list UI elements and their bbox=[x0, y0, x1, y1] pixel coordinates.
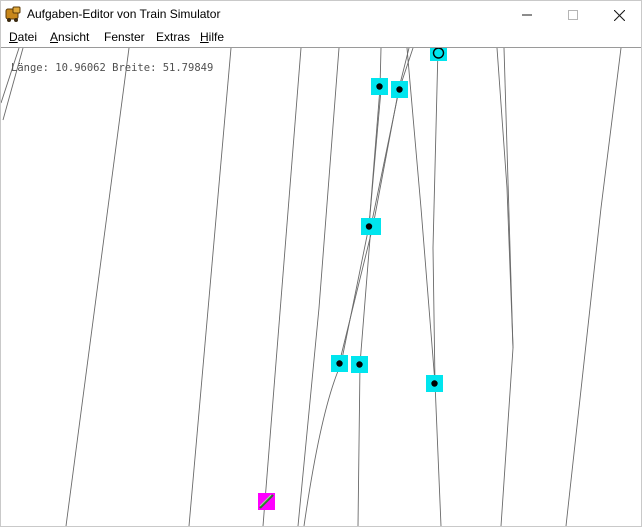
close-icon bbox=[613, 9, 625, 21]
track-line bbox=[432, 48, 442, 526]
track-line bbox=[65, 48, 130, 526]
track-line bbox=[188, 48, 232, 526]
track-line bbox=[503, 48, 514, 349]
track-network bbox=[1, 48, 622, 526]
waypoint-marker[interactable] bbox=[331, 355, 348, 372]
menu-hilfe-accel: H bbox=[200, 30, 209, 44]
app-icon bbox=[5, 6, 23, 23]
track-line bbox=[303, 48, 382, 526]
close-button[interactable] bbox=[596, 1, 641, 29]
track-line bbox=[297, 48, 340, 526]
menu-hilfe[interactable]: Hilfe bbox=[200, 29, 224, 46]
coordinate-readout: Länge: 10.96062 Breite: 51.79849 bbox=[11, 62, 214, 74]
minimize-icon bbox=[522, 14, 532, 16]
title-bar[interactable]: Aufgaben-Editor von Train Simulator bbox=[1, 1, 641, 29]
waypoint-marker[interactable] bbox=[371, 78, 388, 95]
track-line bbox=[2, 48, 24, 121]
track-line bbox=[357, 48, 414, 526]
track-line bbox=[262, 48, 302, 526]
menu-datei-rest: atei bbox=[17, 30, 38, 44]
maximize-icon bbox=[568, 10, 578, 20]
start-point-marker[interactable] bbox=[258, 493, 275, 510]
route-map[interactable]: Länge: 10.96062 Breite: 51.79849 bbox=[1, 48, 641, 526]
menu-datei[interactable]: Datei bbox=[9, 29, 37, 46]
menu-ansicht[interactable]: Ansicht bbox=[50, 29, 89, 46]
menu-extras[interactable]: Extras bbox=[156, 29, 190, 46]
waypoint-marker[interactable] bbox=[351, 356, 368, 373]
marker-group bbox=[258, 48, 447, 510]
menu-datei-accel: D bbox=[9, 30, 18, 44]
maximize-button[interactable] bbox=[550, 1, 596, 29]
waypoint-marker[interactable] bbox=[426, 375, 443, 392]
window-title: Aufgaben-Editor von Train Simulator bbox=[27, 7, 221, 21]
minimize-button[interactable] bbox=[504, 1, 550, 29]
menu-fenster[interactable]: Fenster bbox=[104, 29, 145, 46]
waypoint-marker[interactable] bbox=[391, 81, 408, 98]
menu-bar: Datei Ansicht Fenster Extras Hilfe bbox=[1, 29, 641, 47]
track-line bbox=[406, 48, 436, 384]
waypoint-marker[interactable] bbox=[361, 218, 381, 235]
menu-ansicht-rest: nsicht bbox=[58, 30, 90, 44]
menu-hilfe-rest: ilfe bbox=[208, 30, 225, 44]
app-window: Aufgaben-Editor von Train Simulator Date… bbox=[0, 0, 642, 527]
end-point-marker[interactable] bbox=[430, 48, 447, 61]
track-line bbox=[496, 48, 514, 526]
track-line bbox=[565, 48, 622, 526]
menu-ansicht-accel: A bbox=[50, 30, 59, 44]
